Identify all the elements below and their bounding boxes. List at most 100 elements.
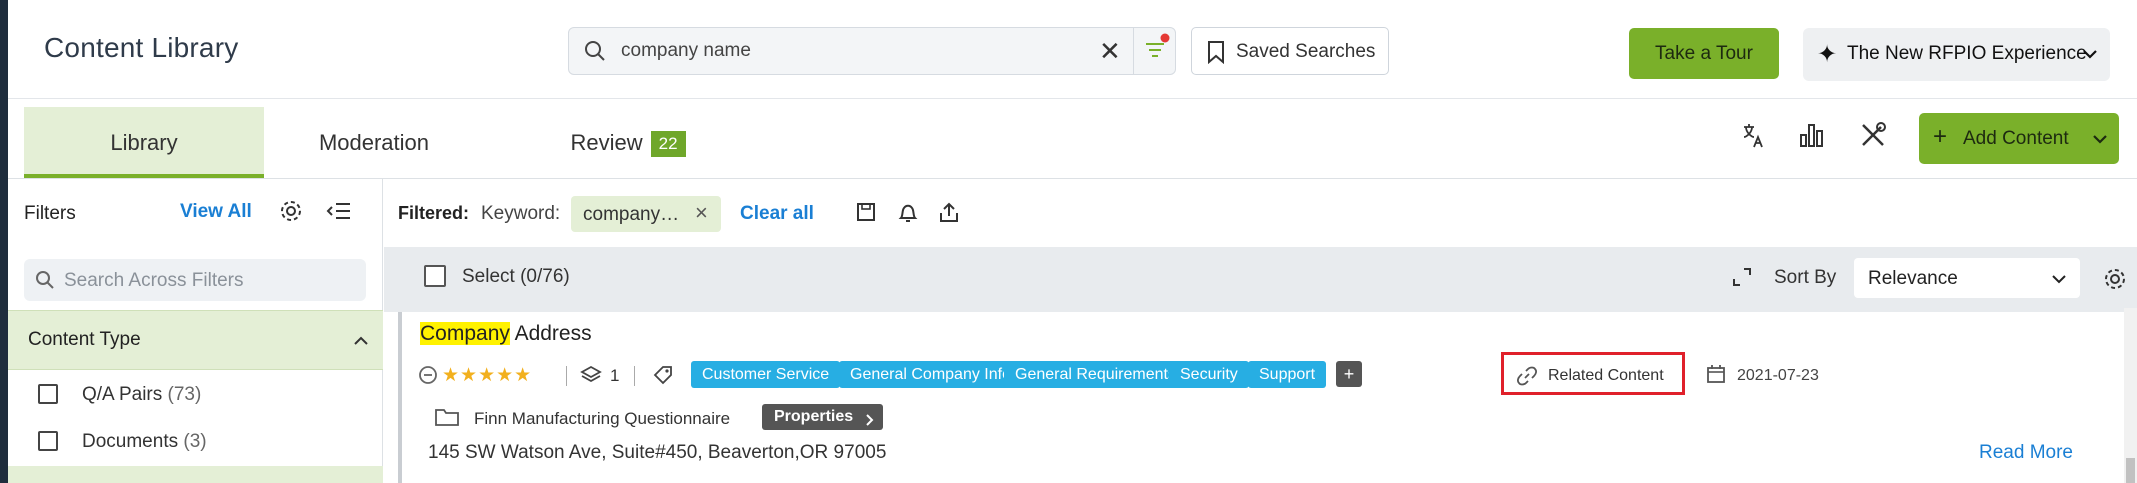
tab-moderation-label: Moderation xyxy=(318,130,430,155)
divider xyxy=(634,366,635,386)
add-content-label: Add Content xyxy=(1963,128,2069,149)
minus-circle-icon[interactable] xyxy=(418,365,438,390)
page-title: Content Library xyxy=(44,32,239,63)
card-source-row: Finn Manufacturing Questionnaire Propert… xyxy=(420,404,1220,434)
sparkle-icon: ✦ xyxy=(1817,41,1838,68)
keyword-chip-label: company… xyxy=(583,204,680,225)
card-title[interactable]: Company Address xyxy=(420,322,592,346)
next-section-header[interactable] xyxy=(8,466,383,483)
sort-select[interactable]: Relevance xyxy=(1854,258,2080,298)
search-input[interactable]: company name ✕ xyxy=(568,27,1176,75)
filter-item-label: Documents xyxy=(82,431,179,452)
properties-label: Properties xyxy=(774,408,854,425)
export-icon[interactable] xyxy=(937,201,961,230)
expand-icon[interactable] xyxy=(1730,265,1754,294)
read-more-link[interactable]: Read More xyxy=(1979,442,2073,464)
select-bar: Select (0/76) Sort By Relevance xyxy=(384,247,2137,312)
divider xyxy=(566,366,567,386)
scrollbar[interactable] xyxy=(2124,308,2137,483)
results-panel: Filtered: Keyword: company… × Clear all … xyxy=(384,179,2137,483)
tab-library-label: Library xyxy=(110,130,178,155)
save-icon[interactable] xyxy=(855,201,877,228)
select-count-label: Select (0/76) xyxy=(462,266,570,287)
filter-icon[interactable] xyxy=(1133,28,1177,74)
analytics-icon[interactable] xyxy=(1798,121,1826,154)
plus-icon: + xyxy=(1933,123,1948,150)
add-content-button[interactable]: + Add Content xyxy=(1919,113,2119,164)
tag-customer-service[interactable]: Customer Service xyxy=(691,361,841,388)
chevron-down-icon xyxy=(2081,42,2099,71)
filter-item-label: Q/A Pairs xyxy=(82,384,163,405)
tab-library[interactable]: Library xyxy=(24,107,264,178)
content-type-section[interactable]: Content Type xyxy=(8,310,383,370)
search-icon xyxy=(583,39,607,68)
more-tags-button[interactable]: + xyxy=(1336,361,1362,387)
filters-header: Filters View All xyxy=(8,179,383,247)
translate-icon[interactable] xyxy=(1740,121,1766,156)
gear-icon[interactable] xyxy=(278,198,304,229)
content-card[interactable]: Company Address ★★★★★ 1 Customer Service… xyxy=(398,312,2118,483)
tag-general-company-info[interactable]: General Company Info xyxy=(839,361,1022,388)
chevron-right-icon xyxy=(865,410,875,436)
select-all-checkbox[interactable] xyxy=(424,265,446,287)
active-filters-bar: Filtered: Keyword: company… × Clear all xyxy=(384,179,2137,247)
filters-panel: Filters View All Search Across Filters C… xyxy=(8,179,383,483)
tab-review-label: Review xyxy=(570,130,643,155)
take-tour-button[interactable]: Take a Tour xyxy=(1629,28,1779,79)
remove-chip-icon[interactable]: × xyxy=(695,200,708,226)
checkbox[interactable] xyxy=(38,384,58,404)
star-rating[interactable]: ★★★★★ xyxy=(442,364,532,387)
tag-icon xyxy=(652,364,674,391)
collapse-panel-icon[interactable] xyxy=(326,199,352,228)
view-all-link[interactable]: View All xyxy=(180,201,252,223)
tools-icon[interactable] xyxy=(1859,121,1887,154)
chevron-up-icon[interactable] xyxy=(353,333,369,352)
saved-searches-button[interactable]: Saved Searches xyxy=(1191,27,1389,75)
related-content-label: Related Content xyxy=(1548,367,1664,384)
calendar-icon xyxy=(1705,363,1727,390)
filter-search-placeholder: Search Across Filters xyxy=(64,270,244,291)
scrollbar-thumb[interactable] xyxy=(2126,458,2135,483)
review-count-badge: 22 xyxy=(650,131,686,158)
tag-security[interactable]: Security xyxy=(1169,361,1249,388)
tag-general-requirements[interactable]: General Requirements xyxy=(1004,361,1187,388)
version-count: 1 xyxy=(610,366,620,385)
filter-item-count: (73) xyxy=(167,384,202,405)
filter-item-count: (3) xyxy=(183,431,207,452)
new-experience-label: The New RFPIO Experience xyxy=(1847,43,2087,64)
checkbox[interactable] xyxy=(38,431,58,451)
questionnaire-name[interactable]: Finn Manufacturing Questionnaire xyxy=(474,409,730,429)
properties-button[interactable]: Properties xyxy=(762,404,884,430)
tab-moderation[interactable]: Moderation xyxy=(264,107,484,178)
settings-icon[interactable] xyxy=(2102,266,2128,297)
related-content-link[interactable]: Related Content xyxy=(1501,352,1685,395)
card-title-rest: Address xyxy=(509,322,592,345)
bell-icon[interactable] xyxy=(896,201,920,230)
search-value[interactable]: company name xyxy=(621,40,751,62)
tag-support[interactable]: Support xyxy=(1248,361,1327,388)
search-icon xyxy=(34,269,56,296)
clear-all-link[interactable]: Clear all xyxy=(740,203,814,225)
sort-by-label: Sort By xyxy=(1774,267,1837,288)
answer-preview: 145 SW Watson Ave, Suite#450, Beaverton,… xyxy=(428,442,887,463)
card-meta-row: ★★★★★ 1 Customer Service General Company… xyxy=(418,352,2120,395)
layers-icon xyxy=(580,364,602,391)
keyword-chip[interactable]: company… × xyxy=(571,196,721,232)
filters-title: Filters xyxy=(24,203,76,224)
new-experience-dropdown[interactable]: ✦ The New RFPIO Experience xyxy=(1803,28,2110,81)
filter-search-input[interactable]: Search Across Filters xyxy=(24,259,366,301)
content-date: 2021-07-23 xyxy=(1737,367,1819,384)
app-left-rail xyxy=(0,0,8,483)
link-icon xyxy=(1516,365,1538,392)
search-highlight: Company xyxy=(420,322,510,345)
chevron-down-icon xyxy=(2050,270,2068,293)
chevron-down-icon xyxy=(2091,127,2109,157)
content-type-label: Content Type xyxy=(28,329,141,350)
saved-searches-label: Saved Searches xyxy=(1236,41,1376,62)
bookmark-icon xyxy=(1206,40,1226,69)
folder-icon xyxy=(434,406,460,433)
clear-search-icon[interactable]: ✕ xyxy=(1099,37,1121,65)
sort-value: Relevance xyxy=(1868,268,1958,289)
tab-review[interactable]: Review 22 xyxy=(528,107,728,178)
top-header: Content Library company name ✕ Saved Sea… xyxy=(8,0,2137,99)
